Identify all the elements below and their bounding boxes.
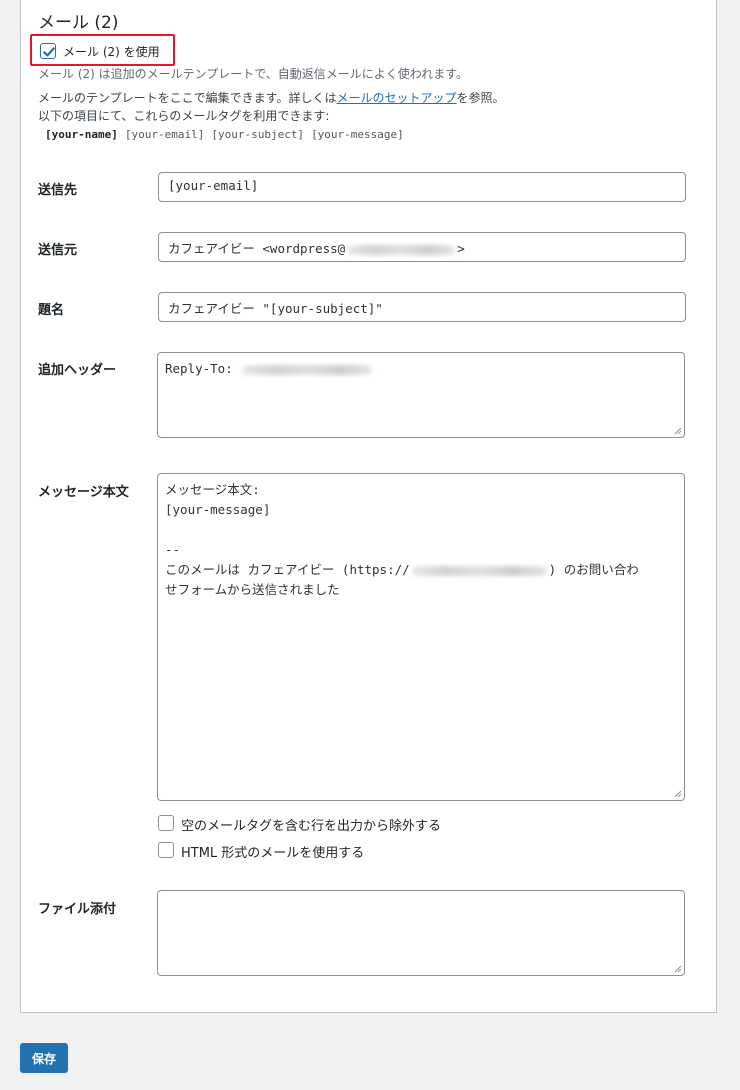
body-line4-prefix: このメールは カフェアイビー (https://: [165, 562, 410, 577]
html-mail-label[interactable]: HTML 形式のメールを使用する: [181, 842, 364, 861]
use-mail-2-checkbox[interactable]: [40, 43, 56, 59]
to-input[interactable]: [your-email]: [158, 172, 686, 202]
redacted-email: [242, 364, 373, 375]
subject-value: カフェアイビー "[your-subject]": [168, 301, 383, 316]
checkmark-icon: [43, 47, 55, 57]
resize-handle-icon[interactable]: [673, 789, 682, 798]
body-line: --: [165, 542, 181, 557]
headers-line: Reply-To:: [165, 359, 677, 379]
body-line4-suffix: ) のお問い合わ: [548, 562, 639, 577]
use-mail-2-label[interactable]: メール (2) を使用: [63, 43, 160, 60]
resize-handle-icon[interactable]: [673, 964, 682, 973]
body-line: このメールは カフェアイビー (https:// ) のお問い合わ: [165, 560, 677, 580]
mail-tag: [your-subject]: [211, 128, 305, 141]
mail-setup-link[interactable]: メールのセットアップ: [336, 91, 456, 105]
headers-value-prefix: Reply-To:: [165, 361, 241, 376]
redacted-url: [411, 565, 547, 576]
attachments-label: ファイル添付: [38, 902, 117, 917]
mail-tag: [your-email]: [124, 128, 205, 141]
mail-tags-intro: 以下の項目にて、これらのメールタグを利用できます:: [38, 109, 330, 123]
body-label: メッセージ本文: [38, 485, 129, 500]
body-blank-line: [165, 520, 677, 540]
headers-textarea[interactable]: Reply-To:: [157, 352, 685, 438]
mail-2-description: メール (2) は追加のメールテンプレートで、自動返信メールによく使われます。: [38, 67, 468, 81]
use-mail-2-highlight: メール (2) を使用: [30, 34, 175, 66]
resize-handle-icon[interactable]: [673, 426, 682, 435]
save-button[interactable]: 保存: [20, 1043, 68, 1073]
help-text-suffix: を参照。: [456, 91, 505, 105]
section-title: メール (2): [38, 13, 119, 33]
from-input[interactable]: カフェアイビー <wordpress@ >: [158, 232, 686, 262]
body-textarea[interactable]: メッセージ本文: [your-message] -- このメールは カフェアイビ…: [157, 473, 685, 801]
attachments-textarea[interactable]: [157, 890, 685, 976]
mail-tag: [your-name]: [45, 128, 118, 141]
from-label: 送信元: [38, 243, 78, 258]
subject-input[interactable]: カフェアイビー "[your-subject]": [158, 292, 686, 322]
to-value: [your-email]: [168, 178, 259, 193]
body-line: メッセージ本文:: [165, 482, 260, 497]
mail-tag: [your-message]: [311, 128, 404, 141]
html-mail-checkbox[interactable]: [158, 842, 174, 858]
headers-label: 追加ヘッダー: [38, 363, 117, 378]
from-value-prefix: カフェアイビー <wordpress@: [168, 241, 346, 256]
to-label: 送信先: [38, 183, 78, 198]
body-line: [your-message]: [165, 502, 271, 517]
mail-2-panel: メール (2) メール (2) を使用 メール (2) は追加のメールテンプレー…: [20, 0, 717, 1013]
exclude-blank-label[interactable]: 空のメールタグを含む行を出力から除外する: [181, 815, 441, 834]
mail-tags-list: [your-name] [your-email] [your-subject] [yo…: [45, 128, 411, 141]
template-help-text: メールのテンプレートをここで編集できます。詳しくはメールのセットアップを参照。: [38, 89, 504, 106]
subject-label: 題名: [38, 303, 65, 318]
redacted-domain: [347, 244, 456, 255]
exclude-blank-checkbox[interactable]: [158, 815, 174, 831]
help-text-prefix: メールのテンプレートをここで編集できます。詳しくは: [38, 91, 337, 105]
body-line: せフォームから送信されました: [165, 582, 340, 597]
from-value-suffix: >: [457, 241, 465, 256]
